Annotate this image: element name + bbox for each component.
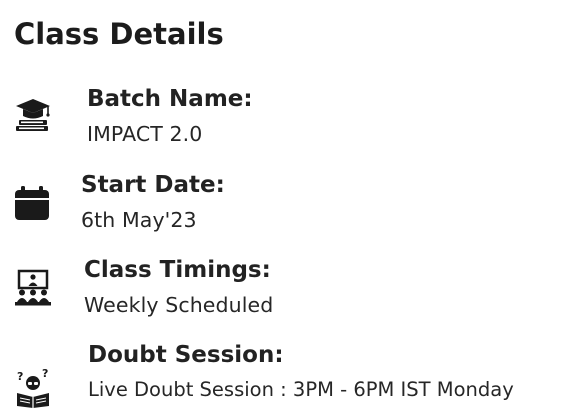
batch-name-label: Batch Name: <box>87 86 253 112</box>
detail-row-batch-name: Batch Name: IMPACT 2.0 <box>0 82 576 162</box>
class-timings-label: Class Timings: <box>84 257 271 283</box>
doubt-session-label: Doubt Session: <box>88 342 284 368</box>
graduation-cap-books-icon <box>16 99 50 131</box>
calendar-icon <box>15 186 49 220</box>
svg-text:?: ? <box>17 370 23 383</box>
start-date-value: 6th May'23 <box>81 208 197 232</box>
detail-row-class-timings: Class Timings: Weekly Scheduled <box>0 253 576 333</box>
class-timings-value: Weekly Scheduled <box>84 293 274 317</box>
detail-row-doubt-session: ? ? Doubt Session: Live Doubt Session : … <box>0 338 576 418</box>
detail-row-start-date: Start Date: 6th May'23 <box>0 168 576 248</box>
page-title: Class Details <box>14 17 224 51</box>
batch-name-value: IMPACT 2.0 <box>87 122 203 146</box>
doubt-session-value: Live Doubt Session : 3PM - 6PM IST Monda… <box>88 378 514 401</box>
svg-text:?: ? <box>42 368 48 380</box>
student-question-icon: ? ? <box>17 368 49 408</box>
start-date-label: Start Date: <box>81 172 225 198</box>
classroom-icon <box>15 269 51 306</box>
